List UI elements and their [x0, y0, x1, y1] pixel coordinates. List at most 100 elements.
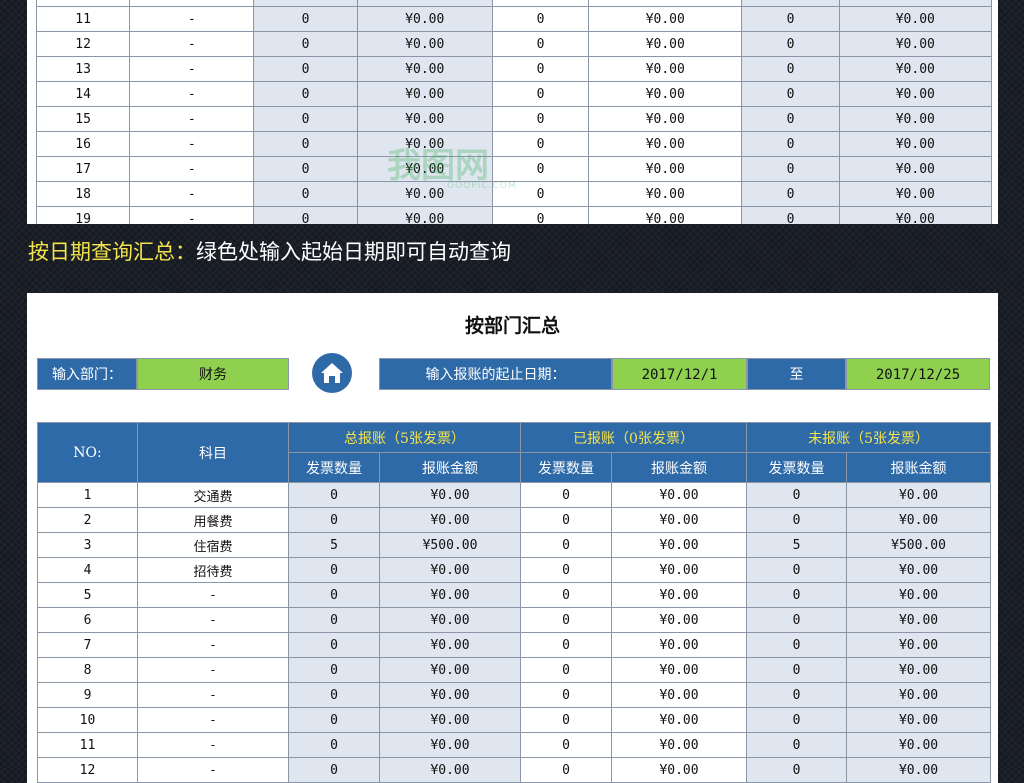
table-cell: 0	[520, 582, 613, 608]
table-cell: 17	[35, 156, 131, 182]
table-row: 19-0 ¥0.00 0 ¥0.00 0 ¥0.00	[35, 206, 993, 224]
table-cell: 7	[37, 632, 138, 658]
table-cell: ¥0.00	[378, 732, 522, 758]
table-cell: 0	[741, 131, 840, 157]
table-cell: 交通费	[137, 482, 289, 508]
start-date-input[interactable]: 2017/12/1	[612, 358, 747, 390]
end-date-input[interactable]: 2017/12/25	[846, 358, 990, 390]
table-row: 12-0 ¥0.00 0 ¥0.00 0 ¥0.00	[35, 31, 993, 57]
table-cell: ¥0.00	[838, 106, 993, 132]
table-cell: 0	[520, 632, 613, 658]
dept-input[interactable]: 财务	[137, 358, 289, 390]
table-cell: 0	[741, 156, 840, 182]
table-cell: 11	[37, 732, 138, 758]
table-cell: 0	[253, 106, 358, 132]
table-cell: 0	[520, 482, 613, 508]
table-cell: ¥0.00	[378, 707, 522, 733]
table-cell: 0	[288, 757, 380, 783]
table-cell: ¥0.00	[378, 632, 522, 658]
col-no-header: NO:	[37, 422, 138, 483]
table-cell: 0	[741, 56, 840, 82]
table-cell: 5	[288, 532, 380, 558]
group-unpaid-header: 未报账（5张发票）	[746, 422, 992, 453]
table-row: 15-0 ¥0.00 0 ¥0.00 0 ¥0.00	[35, 106, 993, 132]
table-cell: 3	[37, 532, 138, 558]
table-cell: ¥0.00	[356, 206, 493, 224]
table-cell: 0	[288, 507, 380, 533]
table-cell: ¥500.00	[378, 532, 522, 558]
table-cell: -	[137, 582, 289, 608]
table-cell: -	[137, 757, 289, 783]
table-cell: ¥0.00	[846, 707, 992, 733]
table-cell: 0	[741, 6, 840, 32]
table-cell: 5	[746, 532, 848, 558]
table-cell: ¥0.00	[588, 81, 743, 107]
table-cell: 10	[37, 707, 138, 733]
table-cell: ¥0.00	[378, 507, 522, 533]
table-cell: 0	[746, 607, 848, 633]
table-cell: ¥0.00	[846, 582, 992, 608]
date-range-label: 输入报账的起止日期：	[379, 358, 612, 390]
table-cell: ¥0.00	[846, 507, 992, 533]
table-cell: 招待费	[137, 557, 289, 583]
table-cell: 2	[37, 507, 138, 533]
table-cell: ¥0.00	[378, 582, 522, 608]
table-cell: ¥500.00	[846, 532, 992, 558]
table-cell: ¥0.00	[846, 657, 992, 683]
table-cell: 0	[288, 482, 380, 508]
table-cell: 0	[746, 557, 848, 583]
table-cell: -	[129, 181, 255, 207]
table-cell: -	[137, 632, 289, 658]
table-cell: ¥0.00	[611, 682, 748, 708]
table-row: 10-0¥0.000¥0.000¥0.00	[37, 707, 992, 733]
table-cell: ¥0.00	[588, 31, 743, 57]
table-cell: -	[129, 81, 255, 107]
table-cell: 0	[288, 557, 380, 583]
table-cell: -	[129, 106, 255, 132]
table-cell: 0	[491, 206, 590, 224]
table-cell: ¥0.00	[846, 682, 992, 708]
table-cell: -	[137, 657, 289, 683]
home-button[interactable]	[312, 353, 352, 393]
table-cell: ¥0.00	[846, 757, 992, 783]
table-cell: 0	[741, 181, 840, 207]
table-cell: 0	[491, 131, 590, 157]
table-cell: -	[129, 206, 255, 224]
table-cell: 0	[253, 131, 358, 157]
col-invoice-count-header: 发票数量	[746, 452, 848, 483]
table-cell: ¥0.00	[611, 657, 748, 683]
table-cell: -	[129, 131, 255, 157]
table-cell: ¥0.00	[588, 106, 743, 132]
table-cell: 0	[741, 81, 840, 107]
table-cell: 12	[35, 31, 131, 57]
table-cell: 8	[37, 657, 138, 683]
table-cell: -	[129, 156, 255, 182]
table-cell: 0	[746, 757, 848, 783]
table-cell: ¥0.00	[356, 31, 493, 57]
table-cell: 0	[741, 31, 840, 57]
table-cell: ¥0.00	[838, 206, 993, 224]
table-cell: 0	[741, 106, 840, 132]
table-cell: 0	[746, 482, 848, 508]
table-cell: ¥0.00	[611, 757, 748, 783]
table-cell: ¥0.00	[378, 682, 522, 708]
col-amount-header: 报账金额	[846, 452, 992, 483]
col-invoice-count-header: 发票数量	[520, 452, 613, 483]
table-row: 6-0 ¥0.00 0 ¥0.00 0 ¥0.00	[37, 607, 992, 633]
table-cell: -	[137, 607, 289, 633]
table-cell: 0	[288, 632, 380, 658]
table-cell: 0	[520, 657, 613, 683]
table-cell: 0	[491, 6, 590, 32]
table-cell: ¥0.00	[838, 181, 993, 207]
table-row: 8-0 ¥0.00 0 ¥0.00 0 ¥0.00	[37, 657, 992, 683]
table-cell: 0	[746, 582, 848, 608]
to-label: 至	[747, 358, 846, 390]
table-cell: 0	[253, 181, 358, 207]
table-cell: 0	[746, 707, 848, 733]
table-cell: -	[129, 56, 255, 82]
table-cell: ¥0.00	[356, 106, 493, 132]
table-cell: ¥0.00	[846, 557, 992, 583]
table-cell: ¥0.00	[588, 56, 743, 82]
table-cell: 0	[253, 6, 358, 32]
table-row: 5-0 ¥0.00 0 ¥0.00 0 ¥0.00	[37, 582, 992, 608]
